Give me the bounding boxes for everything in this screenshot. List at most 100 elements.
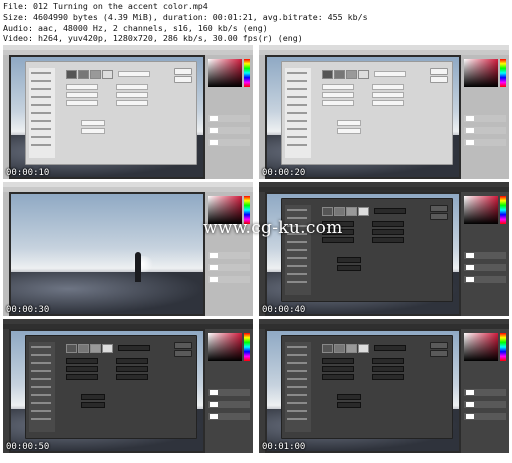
preferences-category: [31, 402, 51, 404]
layer-thumbnail: [466, 277, 474, 282]
layer-row: [208, 139, 250, 146]
preferences-category: [287, 394, 307, 396]
cancel-button: [430, 213, 448, 220]
preferences-category: [287, 281, 307, 283]
preferences-sidebar: [285, 68, 311, 158]
layer-row: [208, 252, 250, 259]
preferences-dialog: [281, 198, 453, 302]
hue-slider: [244, 59, 250, 87]
settings-field: [337, 394, 361, 400]
file-info: File: 012 Turning on the accent color.mp…: [3, 1, 509, 44]
tools-panel: [3, 329, 9, 453]
layer-row: [208, 264, 250, 271]
preferences-category: [31, 362, 51, 364]
timecode: 00:01:00: [262, 442, 306, 452]
settings-field: [322, 366, 354, 372]
color-theme-swatch: [102, 70, 113, 79]
layer-row: [208, 401, 250, 408]
color-picker: [464, 59, 498, 87]
layer-row: [208, 276, 250, 283]
preferences-category: [31, 370, 51, 372]
right-panels: [205, 329, 253, 453]
layer-row: [464, 401, 506, 408]
layer-thumbnail: [210, 253, 218, 258]
color-theme-swatch: [334, 207, 345, 216]
preferences-category: [287, 128, 307, 130]
color-theme-swatch: [90, 344, 101, 353]
cancel-button: [430, 76, 448, 83]
layer-thumbnail: [466, 265, 474, 270]
cancel-button: [174, 76, 192, 83]
highlight-color-field: [374, 345, 406, 351]
layer-thumbnail: [210, 414, 218, 419]
preferences-sidebar: [285, 342, 311, 432]
timecode: 00:00:40: [262, 305, 306, 315]
settings-field: [66, 100, 98, 106]
preferences-category: [31, 80, 51, 82]
settings-field: [116, 358, 148, 364]
settings-field: [337, 120, 361, 126]
settings-field: [81, 394, 105, 400]
preferences-category: [287, 354, 307, 356]
layer-thumbnail: [210, 402, 218, 407]
file-size-line: Size: 4604990 bytes (4.39 MiB), duration…: [3, 11, 368, 22]
preferences-category: [287, 402, 307, 404]
video-thumbnail: 00:00:20: [259, 45, 509, 179]
settings-field: [337, 128, 361, 134]
preferences-category: [287, 104, 307, 106]
tools-panel: [3, 192, 9, 316]
preferences-category: [287, 370, 307, 372]
color-picker: [464, 333, 498, 361]
audio-line: Audio: aac, 48000 Hz, 2 channels, s16, 1…: [3, 22, 268, 33]
ok-button: [430, 68, 448, 75]
settings-field: [116, 366, 148, 372]
preferences-category: [31, 72, 51, 74]
settings-field: [81, 402, 105, 408]
layer-thumbnail: [466, 128, 474, 133]
color-theme-swatch: [334, 70, 345, 79]
layer-row: [208, 127, 250, 134]
right-panels: [461, 329, 509, 453]
preferences-dialog: [25, 61, 197, 165]
cancel-button: [174, 350, 192, 357]
video-thumbnail: 00:00:50: [3, 319, 253, 453]
preferences-category: [31, 378, 51, 380]
color-picker: [464, 196, 498, 224]
person-silhouette: [135, 252, 141, 282]
preferences-category: [31, 88, 51, 90]
color-theme-swatch: [78, 344, 89, 353]
settings-field: [372, 374, 404, 380]
highlight-color-field: [118, 71, 150, 77]
preferences-category: [287, 136, 307, 138]
layer-thumbnail: [210, 116, 218, 121]
layer-row: [464, 115, 506, 122]
settings-field: [66, 92, 98, 98]
preferences-category: [31, 346, 51, 348]
preferences-dialog: [281, 335, 453, 439]
preferences-category: [287, 112, 307, 114]
color-picker: [208, 59, 242, 87]
layer-thumbnail: [210, 128, 218, 133]
preferences-sidebar: [29, 342, 55, 432]
settings-field: [337, 402, 361, 408]
highlight-color-field: [118, 345, 150, 351]
video-thumbnail: 00:01:00: [259, 319, 509, 453]
preferences-category: [287, 362, 307, 364]
ok-button: [174, 342, 192, 349]
preferences-category: [31, 96, 51, 98]
settings-field: [372, 366, 404, 372]
hue-slider: [500, 196, 506, 224]
preferences-category: [31, 104, 51, 106]
layer-row: [464, 139, 506, 146]
preferences-category: [287, 410, 307, 412]
color-theme-swatch: [66, 70, 77, 79]
preferences-category: [287, 249, 307, 251]
right-panels: [205, 192, 253, 316]
preferences-category: [287, 88, 307, 90]
tools-panel: [259, 55, 265, 179]
layer-row: [208, 413, 250, 420]
settings-field: [322, 100, 354, 106]
preferences-category: [31, 354, 51, 356]
preferences-category: [287, 96, 307, 98]
watermark: www.cg-ku.com: [203, 218, 343, 238]
